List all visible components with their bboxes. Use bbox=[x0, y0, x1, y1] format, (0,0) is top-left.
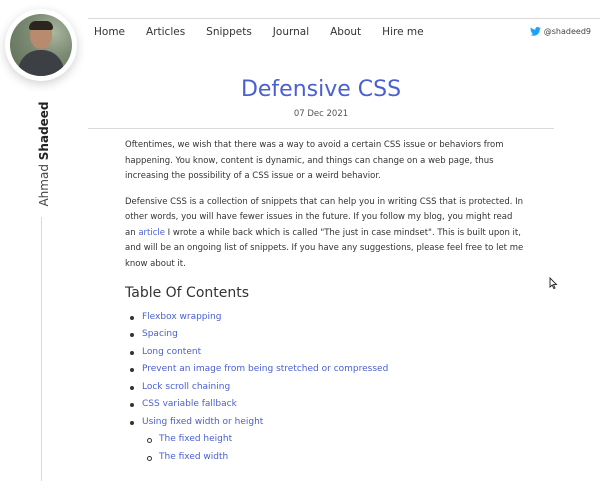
nav-snippets[interactable]: Snippets bbox=[206, 26, 252, 38]
toc-item: Prevent an image from being stretched or… bbox=[130, 361, 525, 379]
toc-subitem: The fixed width bbox=[147, 449, 525, 467]
toc-item: Lock scroll chaining bbox=[130, 379, 525, 397]
toc-link-image-stretch[interactable]: Prevent an image from being stretched or… bbox=[142, 364, 388, 374]
page-title: Defensive CSS bbox=[240, 77, 402, 102]
second-paragraph: Defensive CSS is a collection of snippet… bbox=[125, 196, 524, 269]
toc-link-lock-scroll[interactable]: Lock scroll chaining bbox=[142, 382, 230, 392]
article-date: 07 Dec 2021 bbox=[293, 109, 349, 119]
nav-about[interactable]: About bbox=[330, 26, 361, 38]
toc-link-css-variable[interactable]: CSS variable fallback bbox=[142, 399, 237, 409]
toc-sublist: The fixed height The fixed width bbox=[142, 431, 525, 466]
nav-articles[interactable]: Articles bbox=[146, 26, 185, 38]
author-first-name: Ahmad bbox=[37, 164, 51, 207]
twitter-link[interactable]: @shadeed9 bbox=[529, 27, 591, 36]
toc-item: Using fixed width or height The fixed he… bbox=[130, 414, 525, 467]
twitter-bird-icon bbox=[529, 27, 541, 36]
main-nav: Home Articles Snippets Journal About Hir… bbox=[94, 26, 445, 38]
toc-item: Flexbox wrapping bbox=[130, 309, 525, 327]
nav-journal[interactable]: Journal bbox=[273, 26, 309, 38]
intro-paragraph: Oftentimes, we wish that there was a way… bbox=[125, 140, 504, 181]
toc-heading: Table Of Contents bbox=[125, 285, 250, 301]
toc-item: Spacing bbox=[130, 326, 525, 344]
article-body: Oftentimes, we wish that there was a way… bbox=[125, 138, 525, 466]
avatar-photo bbox=[10, 14, 72, 76]
author-last-name: Shadeed bbox=[37, 101, 51, 161]
nav-hire-me[interactable]: Hire me bbox=[382, 26, 423, 38]
toc-link-flexbox-wrapping[interactable]: Flexbox wrapping bbox=[142, 312, 221, 322]
toc-link-long-content[interactable]: Long content bbox=[142, 347, 201, 357]
toc-link-spacing[interactable]: Spacing bbox=[142, 329, 178, 339]
toc-link-fixed-width[interactable]: The fixed width bbox=[159, 452, 228, 462]
avatar[interactable] bbox=[5, 9, 77, 81]
toc-item: CSS variable fallback bbox=[130, 396, 525, 414]
toc-subitem: The fixed height bbox=[147, 431, 525, 449]
mouse-cursor-icon bbox=[549, 277, 558, 290]
article-link[interactable]: article bbox=[138, 228, 165, 238]
nav-home[interactable]: Home bbox=[94, 26, 125, 38]
title-divider bbox=[88, 128, 554, 129]
toc-link-fixed-size[interactable]: Using fixed width or height bbox=[142, 417, 263, 427]
header-divider bbox=[88, 18, 600, 19]
twitter-handle: @shadeed9 bbox=[543, 27, 591, 36]
toc-link-fixed-height[interactable]: The fixed height bbox=[159, 434, 232, 444]
toc-item: Long content bbox=[130, 344, 525, 362]
toc-list: Flexbox wrapping Spacing Long content Pr… bbox=[125, 309, 525, 467]
